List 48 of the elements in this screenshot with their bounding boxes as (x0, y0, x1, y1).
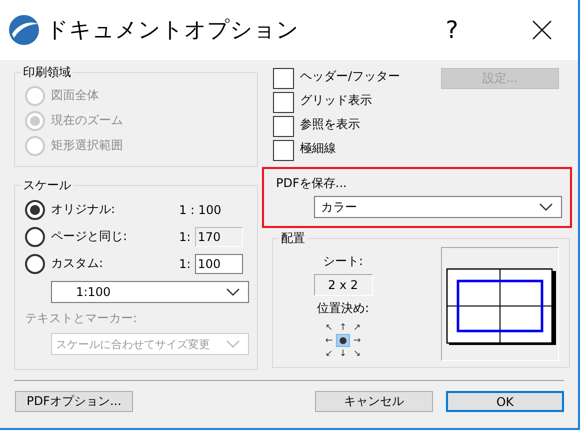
radio-label: ページと同じ: (51, 228, 128, 245)
group-label: 配置 (280, 230, 306, 247)
chevron-down-icon (226, 288, 240, 296)
scale-dropdown[interactable]: 1:100 (51, 281, 249, 303)
position-button[interactable]: ↗ (350, 321, 364, 334)
scale-field[interactable]: 100 (194, 254, 243, 274)
scale-prefix: 1: (179, 230, 191, 244)
position-button[interactable]: ↙ (322, 347, 336, 360)
checkbox[interactable] (273, 68, 294, 89)
position-button[interactable]: ↖ (322, 321, 336, 334)
window-title: ドキュメントオプション (46, 17, 300, 45)
position-button[interactable]: ↓ (336, 347, 350, 360)
field-label: テキストとマーカー: (25, 310, 138, 327)
position-button[interactable]: → (350, 334, 364, 347)
color-dropdown[interactable]: カラー (314, 196, 562, 218)
group-label: スケール (22, 177, 72, 194)
radio-label: 図面全体 (51, 87, 99, 104)
checkbox-label: 参照を表示 (300, 116, 360, 133)
position-button[interactable]: ● (336, 334, 350, 347)
chevron-down-icon (539, 203, 553, 211)
checkbox[interactable] (273, 116, 294, 137)
checkbox-label: ヘッダー/フッター (300, 68, 400, 85)
position-button[interactable]: ↑ (336, 321, 350, 334)
field-label: PDFを保存... (276, 175, 348, 192)
dialog-button[interactable]: キャンセル (315, 391, 433, 412)
radio-label: 現在のズーム (51, 112, 123, 129)
position-button[interactable]: ↘ (350, 347, 364, 360)
scale-value: 1 : 100 (179, 202, 222, 216)
help-button[interactable]: ? (422, 16, 482, 44)
sheet-count-field: 2 x 2 (314, 274, 372, 296)
checkbox[interactable] (273, 92, 294, 113)
chevron-down-icon (226, 340, 240, 348)
position-button[interactable]: ← (322, 334, 336, 347)
checkbox-label: グリッド表示 (300, 92, 372, 109)
app-logo-icon (8, 14, 40, 46)
field-label: 位置決め: (316, 300, 370, 317)
dialog-button[interactable]: OK (446, 391, 564, 412)
radio-label: カスタム: (51, 255, 104, 272)
radio-button[interactable] (25, 254, 45, 274)
group-label: 印刷領域 (22, 64, 72, 81)
scale-prefix: 1: (179, 256, 191, 270)
field-label: シート: (322, 253, 364, 270)
checkbox[interactable] (273, 140, 294, 161)
radio-label: オリジナル: (51, 201, 116, 218)
radio-label: 矩形選択範囲 (51, 137, 123, 154)
radio-button[interactable] (25, 200, 45, 220)
dialog-button[interactable]: PDFオプション... (15, 391, 133, 412)
checkbox-label: 極細線 (300, 140, 336, 157)
